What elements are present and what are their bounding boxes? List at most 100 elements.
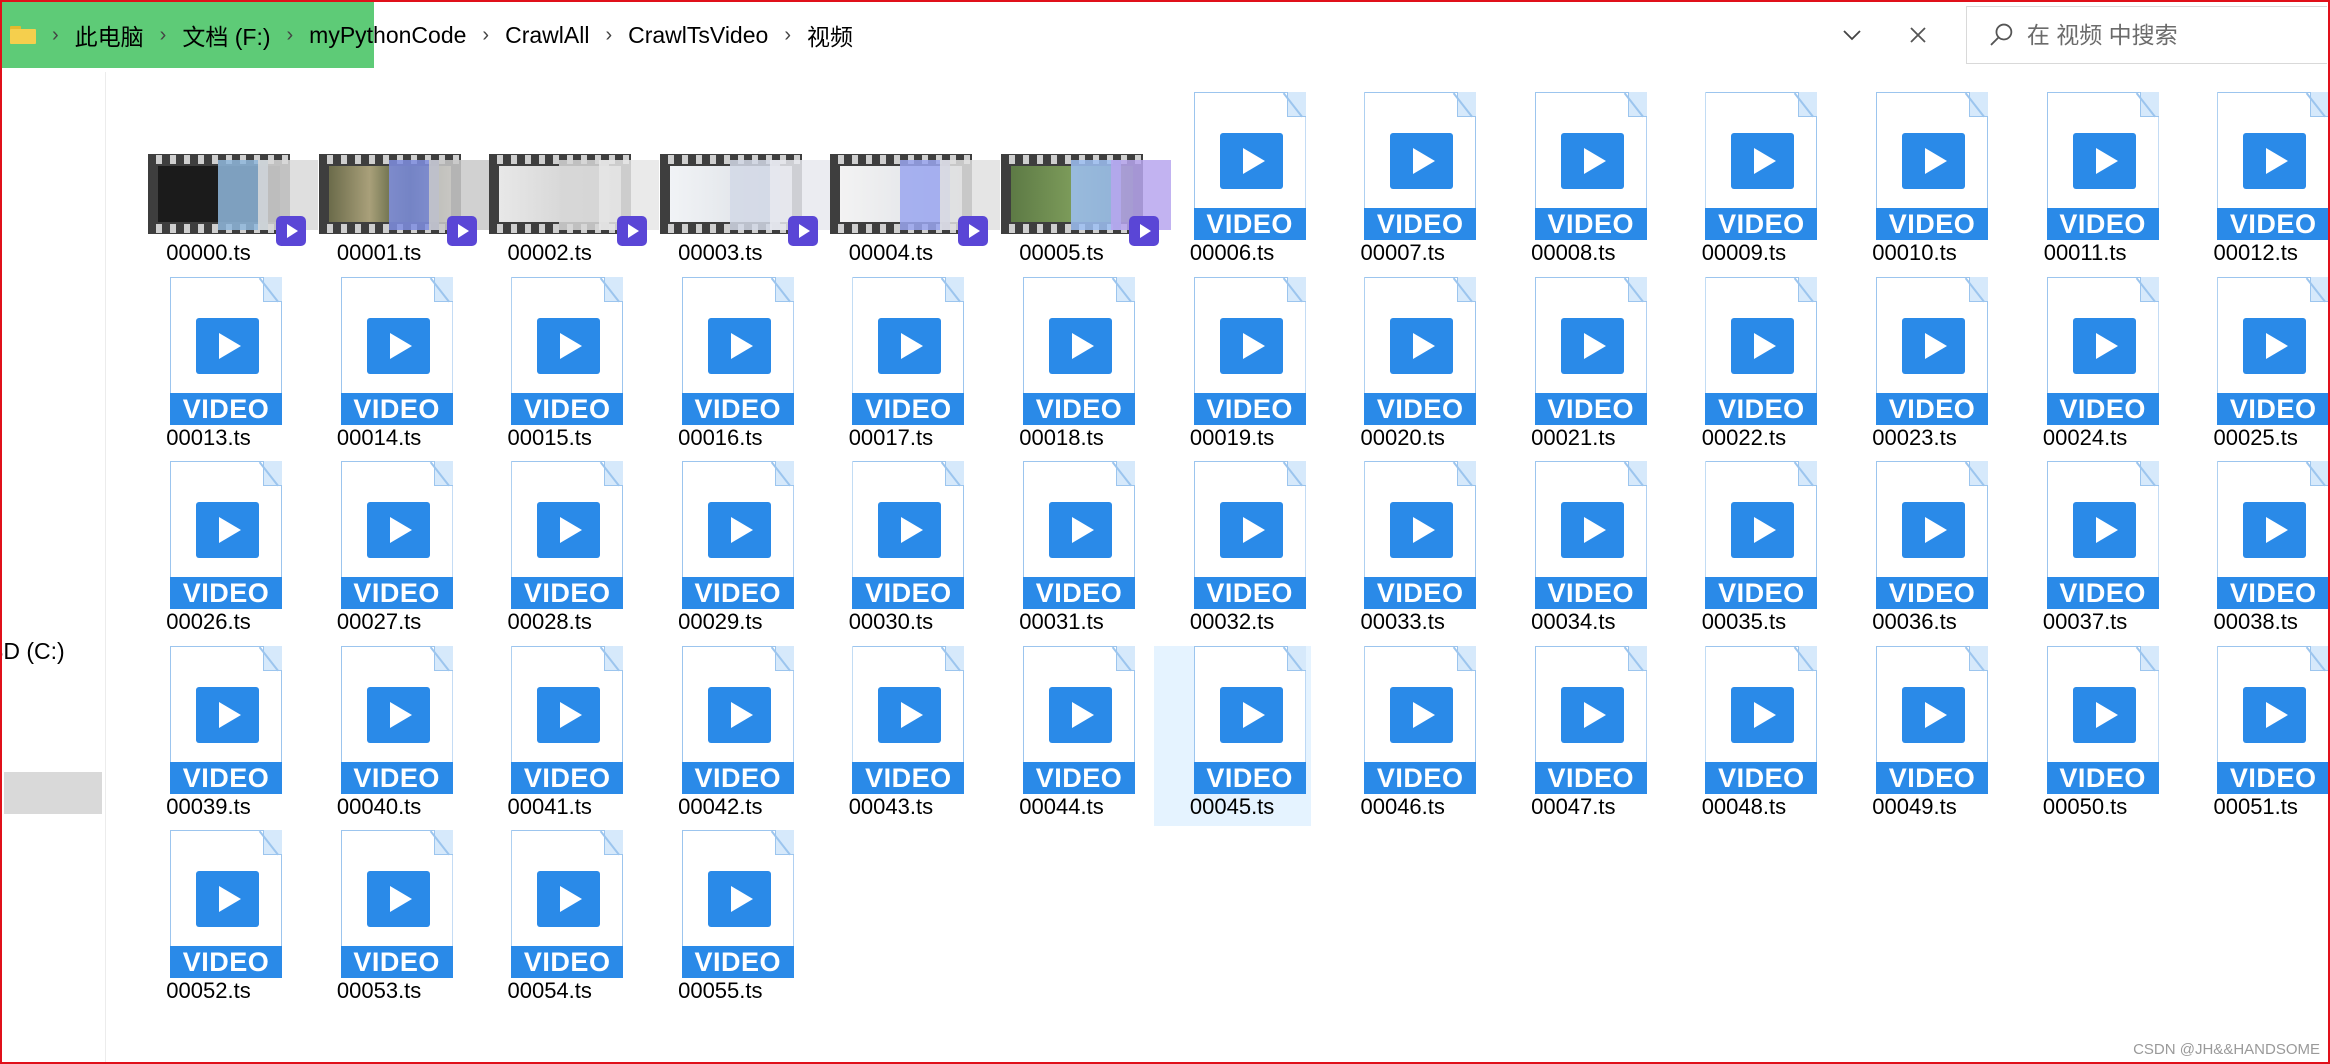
- file-item[interactable]: VIDEO 00051.ts: [2177, 645, 2330, 826]
- file-item[interactable]: VIDEO 00054.ts: [471, 830, 628, 1010]
- file-item[interactable]: VIDEO 00047.ts: [1495, 645, 1652, 826]
- video-band-label: VIDEO: [852, 392, 965, 425]
- video-band-label: VIDEO: [2217, 392, 2330, 425]
- chevron-right-icon[interactable]: ›: [52, 24, 59, 47]
- file-name: 00025.ts: [2213, 424, 2298, 450]
- file-item[interactable]: VIDEO 00052.ts: [130, 830, 287, 1010]
- file-item[interactable]: VIDEO 00035.ts: [1665, 461, 1822, 641]
- file-item[interactable]: VIDEO 00011.ts: [2007, 92, 2164, 272]
- breadcrumb-mypythoncode[interactable]: myPythonCode: [309, 16, 466, 55]
- video-band-label: VIDEO: [1364, 761, 1477, 794]
- file-item[interactable]: VIDEO 00038.ts: [2177, 461, 2330, 641]
- file-name: 00052.ts: [166, 978, 251, 1003]
- video-file-icon: VIDEO: [471, 830, 628, 978]
- navigation-pane[interactable]: SD (C:): [0, 72, 106, 1062]
- file-item[interactable]: VIDEO 00055.ts: [642, 830, 799, 1010]
- chevron-down-icon[interactable]: [1837, 20, 1867, 50]
- file-item[interactable]: VIDEO 00053.ts: [301, 830, 458, 1010]
- file-item[interactable]: VIDEO 00015.ts: [471, 276, 628, 457]
- breadcrumb-this-pc[interactable]: 此电脑: [75, 12, 144, 58]
- file-item[interactable]: VIDEO 00042.ts: [642, 645, 799, 826]
- video-file-icon: VIDEO: [812, 276, 969, 425]
- file-name: 00034.ts: [1531, 609, 1616, 634]
- file-item[interactable]: VIDEO 00041.ts: [471, 645, 628, 826]
- file-item[interactable]: VIDEO 00045.ts: [1153, 645, 1311, 826]
- breadcrumb-drive-f[interactable]: 文档 (F:): [182, 12, 270, 58]
- chevron-right-icon[interactable]: ›: [287, 24, 294, 47]
- file-item[interactable]: VIDEO 00020.ts: [1324, 276, 1481, 457]
- file-item[interactable]: VIDEO 00030.ts: [812, 461, 969, 641]
- file-item[interactable]: 00005.ts: [983, 92, 1171, 272]
- file-item[interactable]: VIDEO 00043.ts: [812, 645, 969, 826]
- file-item[interactable]: VIDEO 00024.ts: [2007, 276, 2164, 457]
- file-item[interactable]: VIDEO 00033.ts: [1324, 461, 1481, 641]
- file-item[interactable]: VIDEO 00027.ts: [301, 461, 458, 641]
- file-item[interactable]: VIDEO 00012.ts: [2177, 92, 2330, 272]
- close-icon[interactable]: [1903, 20, 1933, 50]
- video-file-icon: VIDEO: [1154, 645, 1311, 794]
- nav-item-selected[interactable]: [4, 772, 102, 814]
- file-item[interactable]: VIDEO 00036.ts: [1836, 461, 1993, 641]
- address-bar[interactable]: › 此电脑 › 文档 (F:) › myPythonCode › CrawlAl…: [2, 2, 1957, 68]
- video-band-label: VIDEO: [1534, 208, 1647, 240]
- file-item[interactable]: VIDEO 00009.ts: [1665, 92, 1822, 272]
- file-item[interactable]: 00001.ts: [301, 92, 489, 272]
- file-item[interactable]: VIDEO 00040.ts: [301, 645, 458, 826]
- file-item[interactable]: VIDEO 00019.ts: [1154, 276, 1311, 457]
- search-input[interactable]: [2024, 20, 2327, 50]
- search-box[interactable]: [1966, 6, 2327, 64]
- file-item[interactable]: VIDEO 00021.ts: [1495, 276, 1652, 457]
- video-band-label: VIDEO: [1705, 577, 1818, 609]
- breadcrumb-current-folder[interactable]: 视频: [807, 12, 853, 58]
- file-item[interactable]: VIDEO 00018.ts: [983, 276, 1140, 457]
- file-item[interactable]: 00004.ts: [812, 92, 1001, 272]
- breadcrumb-crawlall[interactable]: CrawlAll: [505, 16, 589, 55]
- video-band-label: VIDEO: [170, 392, 282, 425]
- file-item[interactable]: VIDEO 00029.ts: [642, 461, 799, 641]
- video-band-label: VIDEO: [1364, 577, 1477, 609]
- chevron-right-icon[interactable]: ›: [482, 24, 489, 47]
- chevron-right-icon[interactable]: ›: [784, 24, 791, 47]
- video-band-label: VIDEO: [852, 761, 965, 794]
- file-item[interactable]: VIDEO 00023.ts: [1836, 276, 1993, 457]
- chevron-right-icon[interactable]: ›: [160, 24, 167, 47]
- nav-item-drive-c[interactable]: SD (C:): [0, 638, 65, 665]
- file-item[interactable]: VIDEO 00025.ts: [2177, 276, 2330, 457]
- file-item[interactable]: VIDEO 00022.ts: [1665, 276, 1822, 457]
- file-item[interactable]: VIDEO 00010.ts: [1836, 92, 1993, 272]
- watermark: CSDN @JH&&HANDSOME: [2133, 1041, 2320, 1058]
- file-item[interactable]: VIDEO 00034.ts: [1495, 461, 1652, 641]
- file-item[interactable]: VIDEO 00026.ts: [130, 461, 287, 641]
- file-item[interactable]: VIDEO 00044.ts: [983, 645, 1140, 826]
- video-file-icon: VIDEO: [1324, 645, 1481, 794]
- file-item[interactable]: VIDEO 00016.ts: [642, 276, 799, 457]
- file-item[interactable]: VIDEO 00039.ts: [130, 645, 287, 826]
- file-item[interactable]: VIDEO 00050.ts: [2007, 645, 2164, 826]
- file-item[interactable]: VIDEO 00017.ts: [812, 276, 969, 457]
- file-item[interactable]: VIDEO 00031.ts: [983, 461, 1140, 641]
- file-item[interactable]: VIDEO 00032.ts: [1154, 461, 1311, 641]
- file-item[interactable]: VIDEO 00006.ts: [1154, 92, 1311, 272]
- file-item[interactable]: 00000.ts: [130, 92, 318, 272]
- file-item[interactable]: VIDEO 00046.ts: [1324, 645, 1481, 826]
- file-item[interactable]: 00003.ts: [642, 92, 830, 272]
- file-item[interactable]: VIDEO 00013.ts: [130, 276, 287, 457]
- file-item[interactable]: VIDEO 00049.ts: [1836, 645, 1993, 826]
- file-item[interactable]: 00002.ts: [471, 92, 660, 272]
- breadcrumb-crawltsvideo[interactable]: CrawlTsVideo: [628, 16, 768, 55]
- file-item[interactable]: VIDEO 00014.ts: [301, 276, 458, 457]
- chevron-right-icon[interactable]: ›: [605, 24, 612, 47]
- video-band-label: VIDEO: [1193, 208, 1306, 240]
- video-file-icon: VIDEO: [2177, 461, 2330, 609]
- video-band-label: VIDEO: [170, 946, 282, 978]
- file-name: 00024.ts: [2042, 424, 2128, 450]
- file-item[interactable]: VIDEO 00007.ts: [1324, 92, 1481, 272]
- file-item[interactable]: VIDEO 00048.ts: [1665, 645, 1822, 826]
- file-name: 00055.ts: [678, 978, 763, 1003]
- video-thumbnail-icon: [130, 92, 318, 246]
- file-item[interactable]: VIDEO 00008.ts: [1495, 92, 1652, 272]
- file-item[interactable]: VIDEO 00037.ts: [2007, 461, 2164, 641]
- video-file-icon: VIDEO: [471, 276, 628, 425]
- video-band-label: VIDEO: [1705, 208, 1818, 240]
- file-item[interactable]: VIDEO 00028.ts: [471, 461, 628, 641]
